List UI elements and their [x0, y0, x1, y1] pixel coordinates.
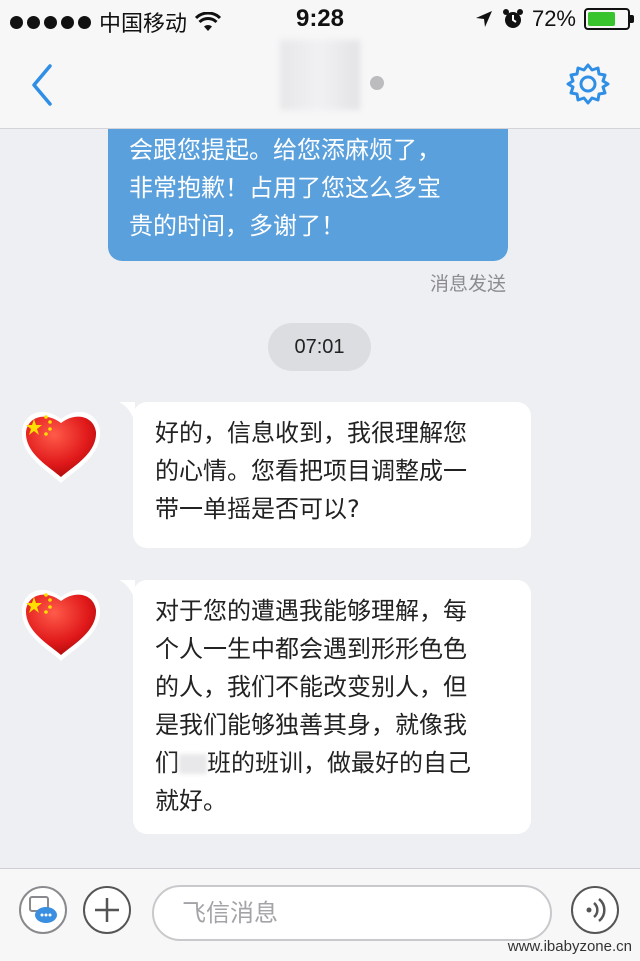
- avatar[interactable]: [18, 401, 104, 487]
- voice-icon[interactable]: [570, 885, 620, 935]
- message-line: 就好。: [155, 787, 227, 815]
- message-line: 的心情。您看把项目调整成一: [155, 457, 467, 485]
- sms-switch-icon[interactable]: [18, 885, 68, 935]
- watermark: www.ibabyzone.cn: [507, 938, 632, 955]
- battery-icon: [584, 8, 634, 30]
- message-status: 消息发送: [429, 273, 506, 295]
- message-line: 会跟您提起。给您添麻烦了，: [129, 136, 441, 164]
- avatar[interactable]: [18, 579, 104, 665]
- timestamp-pill: 07:01: [268, 323, 371, 371]
- message-line: 个人一生中都会遇到形形色色: [155, 635, 467, 663]
- message-line: 是我们能够独善其身，就像我: [155, 711, 467, 739]
- outgoing-message-bubble[interactable]: 会跟您提起。给您添麻烦了， 非常抱歉！占用了您这么多宝 贵的时间，多谢了！: [108, 129, 508, 261]
- gear-icon[interactable]: [566, 62, 610, 106]
- status-bar: 中国移动 9:28 72%: [0, 0, 640, 40]
- chat-area[interactable]: 会跟您提起。给您添麻烦了， 非常抱歉！占用了您这么多宝 贵的时间，多谢了！ 消息…: [0, 129, 640, 867]
- presence-dot: [370, 76, 384, 90]
- message-line: 非常抱歉！占用了您这么多宝: [129, 174, 441, 202]
- back-chevron-icon[interactable]: [22, 62, 62, 108]
- message-line: 的人，我们不能改变别人，但: [155, 673, 467, 701]
- incoming-message-bubble[interactable]: 好的，信息收到，我很理解您 的心情。您看把项目调整成一 带一单摇是否可以?: [119, 402, 531, 548]
- message-line: 们班的班训，做最好的自己: [155, 744, 521, 782]
- battery-percent: 72%: [531, 6, 576, 31]
- message-fragment: 们: [155, 749, 179, 777]
- input-bar: 飞信消息 www.ibabyzone.cn: [0, 868, 640, 961]
- redacted-text: [179, 754, 207, 774]
- message-line: 贵的时间，多谢了！: [129, 212, 345, 240]
- location-arrow-icon: [475, 11, 492, 27]
- message-input[interactable]: 飞信消息: [152, 885, 552, 941]
- message-line: 好的，信息收到，我很理解您: [155, 419, 467, 447]
- contact-name-blurred: [280, 40, 360, 110]
- alarm-icon: [502, 9, 523, 28]
- plus-icon[interactable]: [82, 885, 132, 935]
- message-line: 对于您的遭遇我能够理解，每: [155, 597, 467, 625]
- message-line: 带一单摇是否可以?: [155, 495, 360, 523]
- battery-fill: [588, 12, 616, 26]
- status-right: 72%: [474, 6, 634, 32]
- message-fragment: 班的班训，做最好的自己: [207, 749, 471, 777]
- incoming-message-bubble[interactable]: 对于您的遭遇我能够理解，每 个人一生中都会遇到形形色色 的人，我们不能改变别人，…: [119, 580, 531, 834]
- nav-bar: [0, 40, 640, 129]
